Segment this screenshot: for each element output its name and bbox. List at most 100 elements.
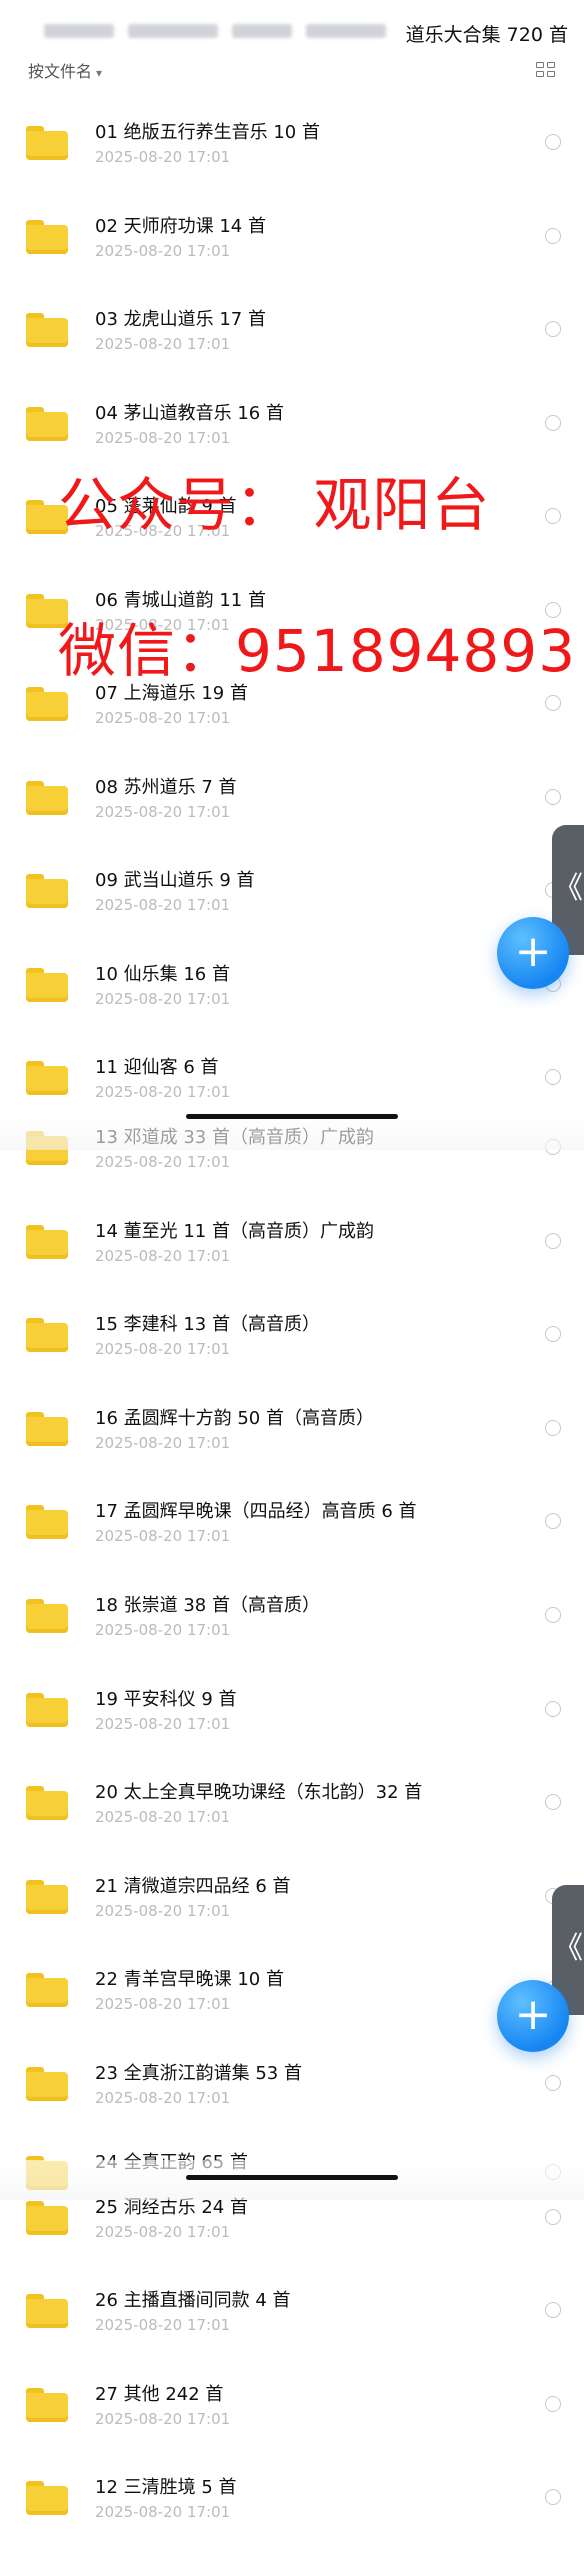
add-button[interactable]: +: [497, 917, 569, 989]
blurred-path-segment: [128, 24, 218, 38]
modified-date: 2025-08-20 17:01: [95, 429, 231, 447]
modified-date: 2025-08-20 17:01: [95, 1153, 231, 1171]
folder-icon: [26, 2388, 68, 2422]
select-radio[interactable]: [545, 1326, 561, 1342]
folder-name: 23 全真浙江韵谱集 53 首: [95, 2063, 302, 2084]
list-item[interactable]: 15 李建科 13 首（高音质） 2025-08-20 17:01: [0, 1292, 584, 1384]
folder-icon: [26, 2481, 68, 2515]
list-item[interactable]: 12 三清胜境 5 首 2025-08-20 17:01: [0, 2455, 584, 2547]
folder-icon: [26, 2201, 68, 2235]
modified-date: 2025-08-20 17:01: [95, 335, 231, 353]
select-radio[interactable]: [545, 789, 561, 805]
select-radio[interactable]: [545, 134, 561, 150]
select-radio[interactable]: [545, 321, 561, 337]
folder-icon: [26, 313, 68, 347]
folder-name: 04 茅山道教音乐 16 首: [95, 403, 284, 424]
folder-icon: [26, 874, 68, 908]
modified-date: 2025-08-20 17:01: [95, 1808, 231, 1826]
watermark-line-2: 微信：951894893: [58, 617, 577, 685]
folder-name: 20 太上全真早晚功课经（东北韵）32 首: [95, 1782, 423, 1803]
folder-name: 15 李建科 13 首（高音质）: [95, 1314, 320, 1335]
list-item[interactable]: 21 清微道宗四品经 6 首 2025-08-20 17:01: [0, 1854, 584, 1946]
select-radio[interactable]: [545, 2396, 561, 2412]
folder-name: 12 三清胜境 5 首: [95, 2477, 237, 2498]
select-radio[interactable]: [545, 1701, 561, 1717]
folder-icon: [26, 2294, 68, 2328]
list-item[interactable]: 14 董至光 11 首（高音质）广成韵 2025-08-20 17:01: [0, 1199, 584, 1291]
modified-date: 2025-08-20 17:01: [95, 2223, 231, 2241]
folder-icon: [26, 968, 68, 1002]
blurred-path-segment: [232, 24, 292, 38]
modified-date: 2025-08-20 17:01: [95, 1340, 231, 1358]
modified-date: 2025-08-20 17:01: [95, 1995, 231, 2013]
select-radio[interactable]: [545, 1233, 561, 1249]
list-item[interactable]: 02 天师府功课 14 首 2025-08-20 17:01: [0, 194, 584, 286]
modified-date: 2025-08-20 17:01: [95, 1715, 231, 1733]
folder-name: 14 董至光 11 首（高音质）广成韵: [95, 1221, 374, 1242]
sort-label: 按文件名: [28, 62, 93, 80]
folder-icon: [26, 220, 68, 254]
list-item[interactable]: 19 平安科仪 9 首 2025-08-20 17:01: [0, 1667, 584, 1759]
plus-icon: +: [514, 1989, 552, 2040]
list-item[interactable]: 03 龙虎山道乐 17 首 2025-08-20 17:01: [0, 287, 584, 379]
modified-date: 2025-08-20 17:01: [95, 2410, 231, 2428]
folder-name: 16 孟圆辉十方韵 50 首（高音质）: [95, 1408, 374, 1429]
folder-icon: [26, 1786, 68, 1820]
add-button[interactable]: +: [497, 1980, 569, 2052]
folder-name: 02 天师府功课 14 首: [95, 216, 266, 237]
modified-date: 2025-08-20 17:01: [95, 803, 231, 821]
folder-icon: [26, 1225, 68, 1259]
select-radio[interactable]: [545, 1420, 561, 1436]
grid-view-icon[interactable]: [536, 62, 556, 78]
list-item[interactable]: 08 苏州道乐 7 首 2025-08-20 17:01: [0, 755, 584, 847]
select-radio[interactable]: [545, 2209, 561, 2225]
modified-date: 2025-08-20 17:01: [95, 990, 231, 1008]
folder-name: 01 绝版五行养生音乐 10 首: [95, 122, 320, 143]
plus-icon: +: [514, 926, 552, 977]
folder-name: 11 迎仙客 6 首: [95, 1057, 219, 1078]
folder-name: 26 主播直播间同款 4 首: [95, 2290, 291, 2311]
folder-name: 17 孟圆辉早晚课（四品经）高音质 6 首: [95, 1501, 417, 1522]
list-item[interactable]: 26 主播直播间同款 4 首 2025-08-20 17:01: [0, 2268, 584, 2360]
list-item[interactable]: 23 全真浙江韵谱集 53 首 2025-08-20 17:01: [0, 2041, 584, 2133]
folder-icon: [26, 1318, 68, 1352]
select-radio[interactable]: [545, 228, 561, 244]
folder-icon: [26, 407, 68, 441]
modified-date: 2025-08-20 17:01: [95, 1247, 231, 1265]
folder-name: 27 其他 242 首: [95, 2384, 224, 2405]
modified-date: 2025-08-20 17:01: [95, 709, 231, 727]
page-title: 道乐大合集 720 首: [405, 24, 568, 46]
list-item[interactable]: 20 太上全真早晚功课经（东北韵）32 首 2025-08-20 17:01: [0, 1760, 584, 1852]
folder-icon: [26, 1693, 68, 1727]
select-radio[interactable]: [545, 2302, 561, 2318]
folder-name: 03 龙虎山道乐 17 首: [95, 309, 266, 330]
folder-name: 22 青羊宫早晚课 10 首: [95, 1969, 284, 1990]
list-item[interactable]: 27 其他 242 首 2025-08-20 17:01: [0, 2362, 584, 2454]
select-radio[interactable]: [545, 695, 561, 711]
select-radio[interactable]: [545, 2489, 561, 2505]
select-radio[interactable]: [545, 508, 561, 524]
select-radio[interactable]: [545, 2075, 561, 2091]
folder-icon: [26, 1880, 68, 1914]
select-radio[interactable]: [545, 415, 561, 431]
modified-date: 2025-08-20 17:01: [95, 148, 231, 166]
home-indicator: [186, 1114, 398, 1119]
list-item[interactable]: 01 绝版五行养生音乐 10 首 2025-08-20 17:01: [0, 100, 584, 192]
modified-date: 2025-08-20 17:01: [95, 1083, 231, 1101]
folder-icon: [26, 1599, 68, 1633]
folder-icon: [26, 2067, 68, 2101]
list-item[interactable]: 16 孟圆辉十方韵 50 首（高音质） 2025-08-20 17:01: [0, 1386, 584, 1478]
select-radio[interactable]: [545, 1607, 561, 1623]
modified-date: 2025-08-20 17:01: [95, 1527, 231, 1545]
sort-selector[interactable]: 按文件名 ▾: [28, 58, 102, 80]
modified-date: 2025-08-20 17:01: [95, 896, 231, 914]
list-item[interactable]: 17 孟圆辉早晚课（四品经）高音质 6 首 2025-08-20 17:01: [0, 1479, 584, 1571]
list-item[interactable]: 18 张崇道 38 首（高音质） 2025-08-20 17:01: [0, 1573, 584, 1665]
select-radio[interactable]: [545, 1794, 561, 1810]
folder-icon: [26, 1505, 68, 1539]
folder-icon: [26, 126, 68, 160]
modified-date: 2025-08-20 17:01: [95, 2503, 231, 2521]
select-radio[interactable]: [545, 1069, 561, 1085]
watermark-line-1: 公众号： 观阳台: [58, 471, 491, 539]
select-radio[interactable]: [545, 1513, 561, 1529]
